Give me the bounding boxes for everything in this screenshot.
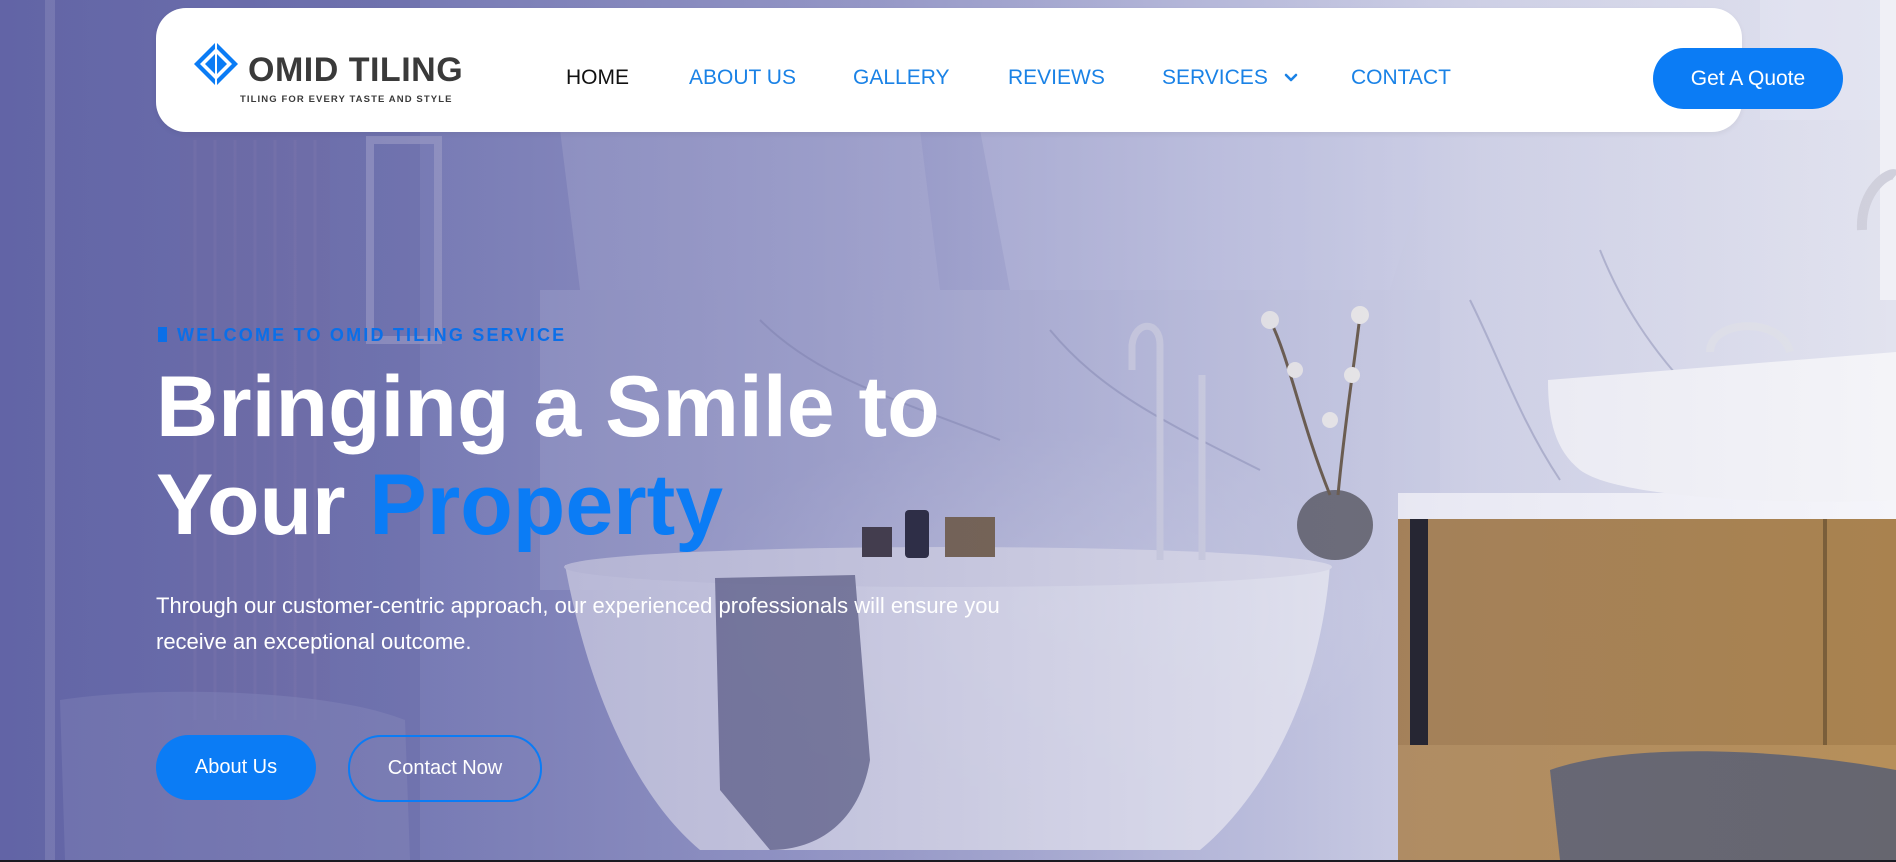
contact-now-button[interactable]: Contact Now bbox=[348, 735, 542, 802]
headline-accent-word: Property bbox=[369, 457, 724, 553]
nav-link-gallery[interactable]: GALLERY bbox=[853, 66, 950, 90]
headline-line-2-prefix: Your bbox=[156, 457, 346, 553]
hero-headline: Bringing a Smile to Your Property bbox=[156, 358, 940, 554]
nav-link-contact[interactable]: CONTACT bbox=[1351, 66, 1451, 90]
hero-description: Through our customer-centric approach, o… bbox=[156, 593, 1000, 654]
brand-tagline: TILING FOR EVERY TASTE AND STYLE bbox=[240, 94, 453, 105]
diamond-logo-icon bbox=[194, 42, 238, 86]
site-logo[interactable]: OMID TILING TILING FOR EVERY TASTE AND S… bbox=[194, 42, 463, 105]
eyebrow-marker-icon bbox=[158, 327, 167, 342]
nav-link-reviews[interactable]: REVIEWS bbox=[1008, 66, 1105, 90]
nav-link-about-us[interactable]: ABOUT US bbox=[689, 66, 796, 90]
hero-section: OMID TILING TILING FOR EVERY TASTE AND S… bbox=[0, 0, 1896, 860]
nav-link-home[interactable]: HOME bbox=[566, 66, 629, 90]
headline-line-1: Bringing a Smile to bbox=[156, 359, 940, 455]
hero-eyebrow: WELCOME TO OMID TILING SERVICE bbox=[158, 325, 566, 346]
about-us-button[interactable]: About Us bbox=[156, 735, 316, 800]
get-a-quote-button[interactable]: Get A Quote bbox=[1653, 48, 1843, 109]
nav-link-services[interactable]: SERVICES bbox=[1162, 66, 1298, 90]
brand-name: OMID TILING bbox=[248, 51, 464, 89]
hero-eyebrow-text: WELCOME TO OMID TILING SERVICE bbox=[177, 325, 567, 345]
nav-link-services-label: SERVICES bbox=[1162, 66, 1268, 89]
chevron-down-icon bbox=[1284, 74, 1297, 82]
main-navbar: OMID TILING TILING FOR EVERY TASTE AND S… bbox=[156, 8, 1843, 132]
